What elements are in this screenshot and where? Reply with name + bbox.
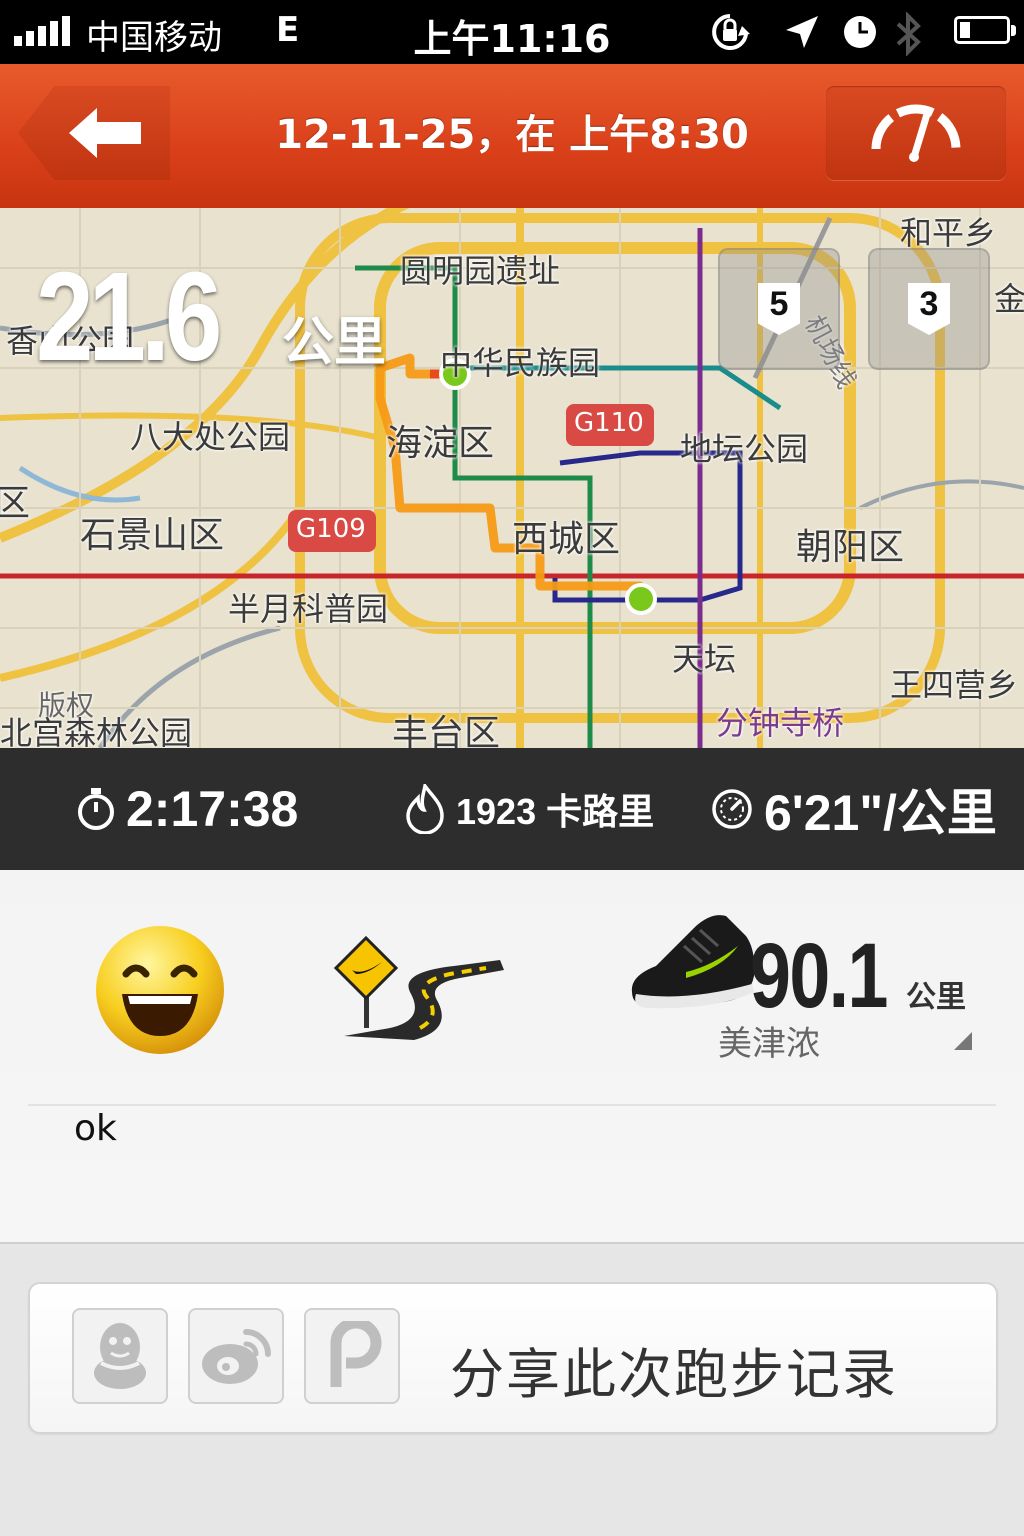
map-label: 海淀区 xyxy=(386,423,495,464)
calories-stat: 1923 卡路里 xyxy=(404,748,654,870)
map-label: 王四营乡 xyxy=(890,666,1019,704)
map-label: 石景山区 xyxy=(80,515,225,556)
map-label: 天坛 xyxy=(672,640,737,678)
map-label: 八大处公园 xyxy=(130,418,291,456)
marker-tag-icon: 3 xyxy=(908,283,950,335)
map-label: 区 xyxy=(0,483,31,524)
rotation-lock-icon xyxy=(704,12,756,56)
weibo-icon[interactable] xyxy=(188,1308,284,1404)
speedometer-button[interactable] xyxy=(826,86,1006,180)
duration-stat: 2:17:38 xyxy=(76,748,298,870)
distance-value: 21.6 xyxy=(36,246,222,387)
flame-icon xyxy=(406,784,444,834)
pace-value: 6'21"/公里 xyxy=(764,785,997,841)
duration-value: 2:17:38 xyxy=(126,781,299,837)
map-label: 分钟寺桥 xyxy=(716,704,845,742)
map-label: 圆明园遗址 xyxy=(400,252,561,290)
map-label: 北宫森林公园 xyxy=(0,714,193,748)
distance-unit: 公里 xyxy=(282,313,387,373)
battery-icon xyxy=(954,16,1016,44)
location-arrow-icon xyxy=(782,12,822,56)
map-label: 西城区 xyxy=(512,519,621,560)
map-label: G110 xyxy=(574,408,644,438)
shoe-distance-unit: 公里 xyxy=(906,980,966,1015)
share-label: 分享此次跑步记录 xyxy=(450,1343,898,1406)
back-button[interactable] xyxy=(18,86,170,180)
shoe-distance: 90.1 公里 xyxy=(750,924,966,1029)
map-label: 丰台区 xyxy=(392,713,501,748)
map-label: 中华民族园 xyxy=(440,344,601,382)
run-note[interactable]: ok xyxy=(74,1108,117,1149)
map-label: 半月科普园 xyxy=(228,590,389,628)
shoe-name[interactable]: 美津浓 xyxy=(718,1016,820,1065)
route-end-marker xyxy=(625,583,657,615)
map-label: 朝阳区 xyxy=(796,527,905,568)
stopwatch-icon xyxy=(78,788,114,830)
path-icon[interactable] xyxy=(304,1308,400,1404)
divider xyxy=(28,1104,996,1106)
road-icon[interactable] xyxy=(330,932,506,1046)
back-arrow-icon xyxy=(69,108,141,158)
calories-value: 1923 卡路里 xyxy=(456,791,655,832)
map-marker-badge[interactable]: 5 xyxy=(718,248,840,370)
qq-icon[interactable] xyxy=(72,1308,168,1404)
map-marker-badge[interactable]: 3 xyxy=(868,248,990,370)
shoe-distance-value: 90.1 xyxy=(750,925,888,1027)
running-shoe-icon[interactable] xyxy=(626,906,760,1020)
run-stats-bar: 2:17:38 1923 卡路里 6'21"/公里 xyxy=(0,748,1024,870)
shoe-dropdown-triangle-icon[interactable] xyxy=(954,1032,972,1050)
marker-tag-icon: 5 xyxy=(758,283,800,335)
run-distance: 21.6 公里 xyxy=(36,244,386,389)
status-bar: 中国移动 E 上午11:16 xyxy=(0,0,1024,64)
run-details-card: 90.1 公里 美津浓 ok xyxy=(0,870,1024,1244)
map-label: 金 xyxy=(994,280,1024,318)
navigation-bar: 12-11-25，在 上午8:30 xyxy=(0,64,1024,208)
share-run-button[interactable]: 分享此次跑步记录 xyxy=(28,1282,998,1434)
share-section: 分享此次跑步记录 xyxy=(0,1244,1024,1536)
route-map[interactable]: 圆明园遗址 香山公园 中华民族园 八大处公园 海淀区 G110 地坛公园 区 石… xyxy=(0,208,1024,748)
pace-stat: 6'21"/公里 xyxy=(710,748,997,870)
grinning-face-icon[interactable] xyxy=(92,922,228,1062)
map-label: G109 xyxy=(296,514,366,544)
alarm-clock-icon xyxy=(840,12,880,56)
run-date-title: 12-11-25，在 上午8:30 xyxy=(275,112,749,158)
map-label: 地坛公园 xyxy=(680,430,809,468)
bluetooth-icon xyxy=(892,11,926,60)
speedometer-icon xyxy=(871,104,961,162)
pace-gauge-icon xyxy=(712,789,752,829)
